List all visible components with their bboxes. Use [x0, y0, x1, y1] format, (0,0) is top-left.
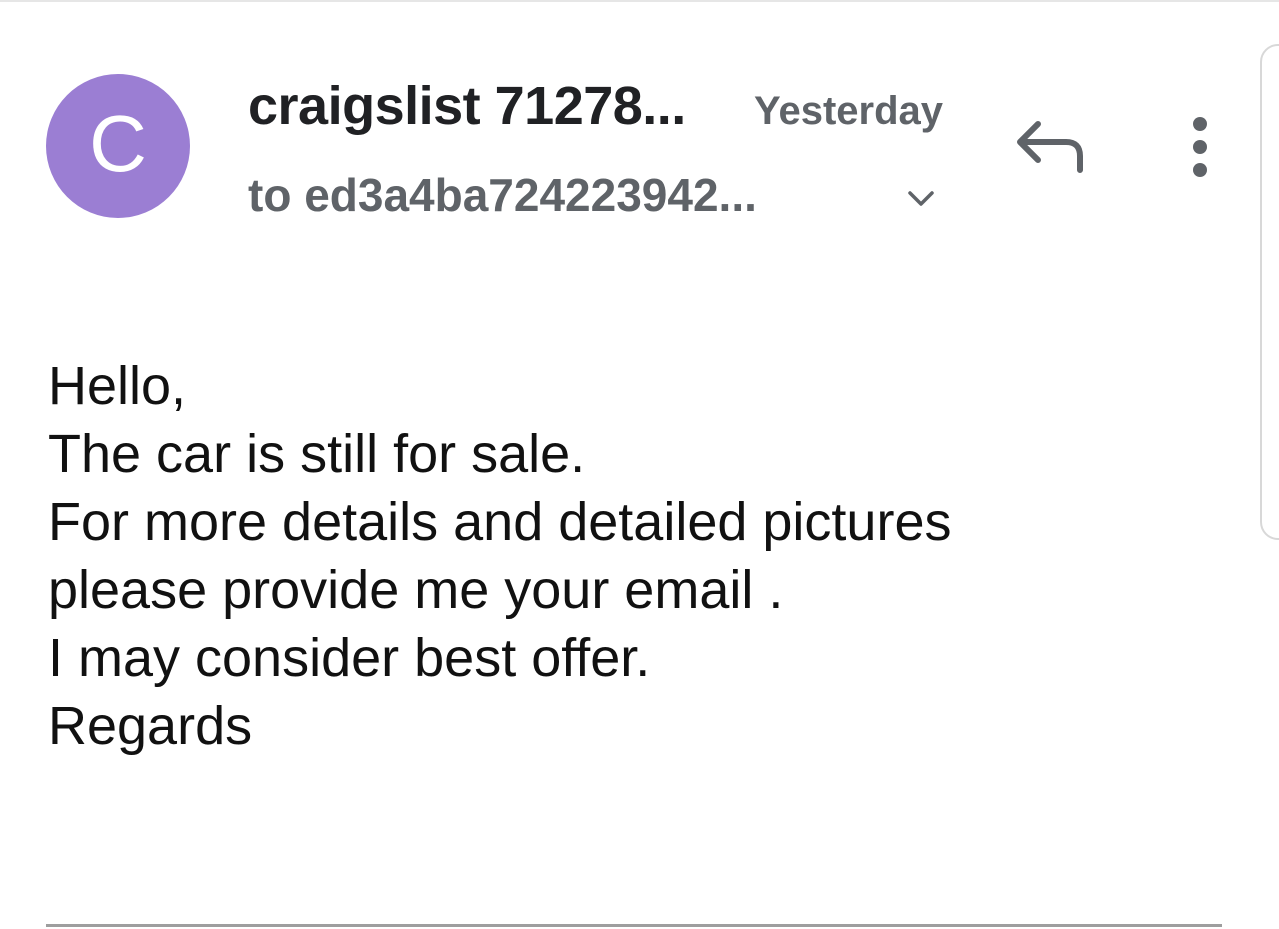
message-body: Hello, The car is still for sale. For mo… [48, 352, 1228, 760]
message-line: please provide me your email . [48, 560, 784, 620]
message-line: The car is still for sale. [48, 424, 586, 484]
sender-name[interactable]: craigslist 71278... [248, 75, 686, 137]
top-divider [0, 0, 1279, 2]
sender-avatar[interactable]: C [46, 74, 190, 218]
message-line: For more details and detailed pictures [48, 492, 952, 552]
message-line: Regards [48, 696, 253, 756]
email-view: C craigslist 71278... Yesterday to ed3a4… [0, 0, 1279, 929]
avatar-letter: C [89, 99, 147, 188]
message-line: I may consider best offer. [48, 628, 651, 688]
recipient-line[interactable]: to ed3a4ba724223942... [248, 168, 757, 222]
bottom-divider [46, 924, 1222, 927]
more-vertical-icon[interactable] [1182, 114, 1218, 180]
message-date: Yesterday [754, 89, 944, 133]
reply-icon[interactable] [1012, 116, 1088, 176]
scroll-handle[interactable] [1260, 44, 1279, 540]
chevron-down-icon[interactable] [904, 182, 938, 216]
message-line: Hello, [48, 356, 187, 416]
